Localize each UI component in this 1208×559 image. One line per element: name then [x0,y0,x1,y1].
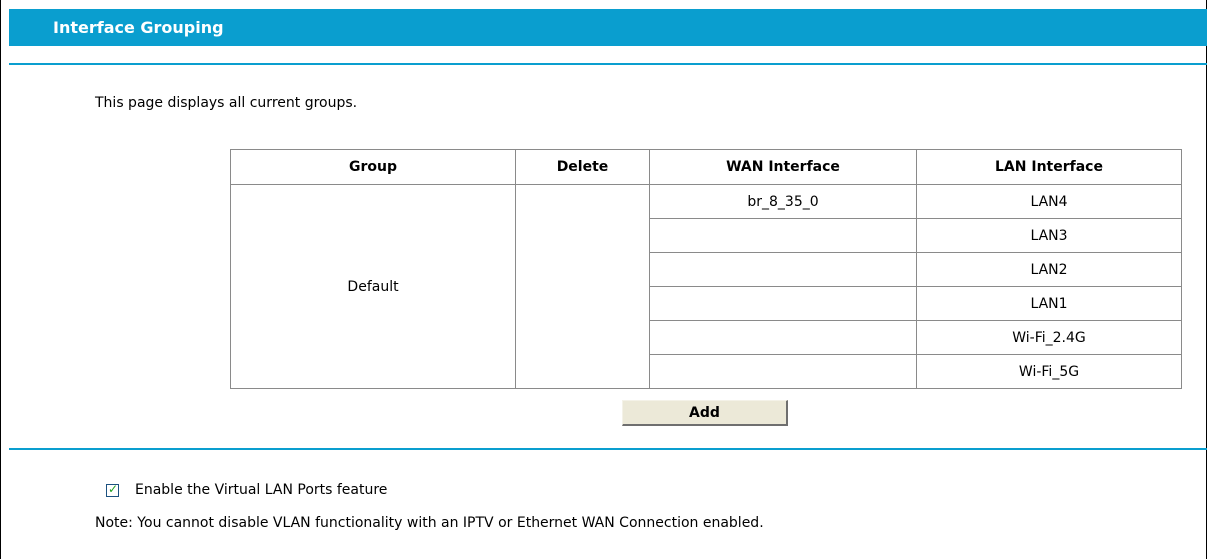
wan-interface-cell [649,354,917,389]
wan-interface-cell: br_8_35_0 [649,184,917,219]
group-name-cell: Default [230,184,516,389]
lan-interface-cell: LAN2 [916,252,1182,287]
wan-interface-cell [649,252,917,287]
column-header-lan-interface: LAN Interface [916,149,1182,185]
vlan-option: ✓ Enable the Virtual LAN Ports feature [106,482,387,498]
wan-interface-cell [649,320,917,355]
column-header-wan-interface: WAN Interface [649,149,917,185]
lan-interface-cell: Wi-Fi_2.4G [916,320,1182,355]
column-header-group: Group [230,149,516,185]
lan-interface-cell: LAN4 [916,184,1182,219]
lan-interface-cell: LAN3 [916,218,1182,253]
enable-vlan-checkbox[interactable]: ✓ [106,481,119,497]
checkmark-icon: ✓ [108,481,119,496]
delete-cell [515,184,650,389]
column-header-delete: Delete [515,149,650,185]
divider-top [9,63,1207,65]
divider-middle [9,448,1207,450]
vlan-note: Note: You cannot disable VLAN functional… [95,515,764,531]
table-row: Default br_8_35_0 LAN4 [230,184,1182,389]
intro-text: This page displays all current groups. [95,95,358,111]
lan-interface-cell: LAN1 [916,286,1182,321]
page-title: Interface Grouping [53,18,224,37]
groups-table: Group Delete WAN Interface LAN Interface… [230,149,1182,389]
table-header-row: Group Delete WAN Interface LAN Interface [230,149,1182,185]
lan-interface-cell: Wi-Fi_5G [916,354,1182,389]
add-button[interactable]: Add [622,400,788,426]
wan-interface-cell [649,218,917,253]
enable-vlan-label[interactable]: Enable the Virtual LAN Ports feature [135,482,387,498]
wan-interface-cell [649,286,917,321]
section-header: Interface Grouping [9,9,1207,46]
